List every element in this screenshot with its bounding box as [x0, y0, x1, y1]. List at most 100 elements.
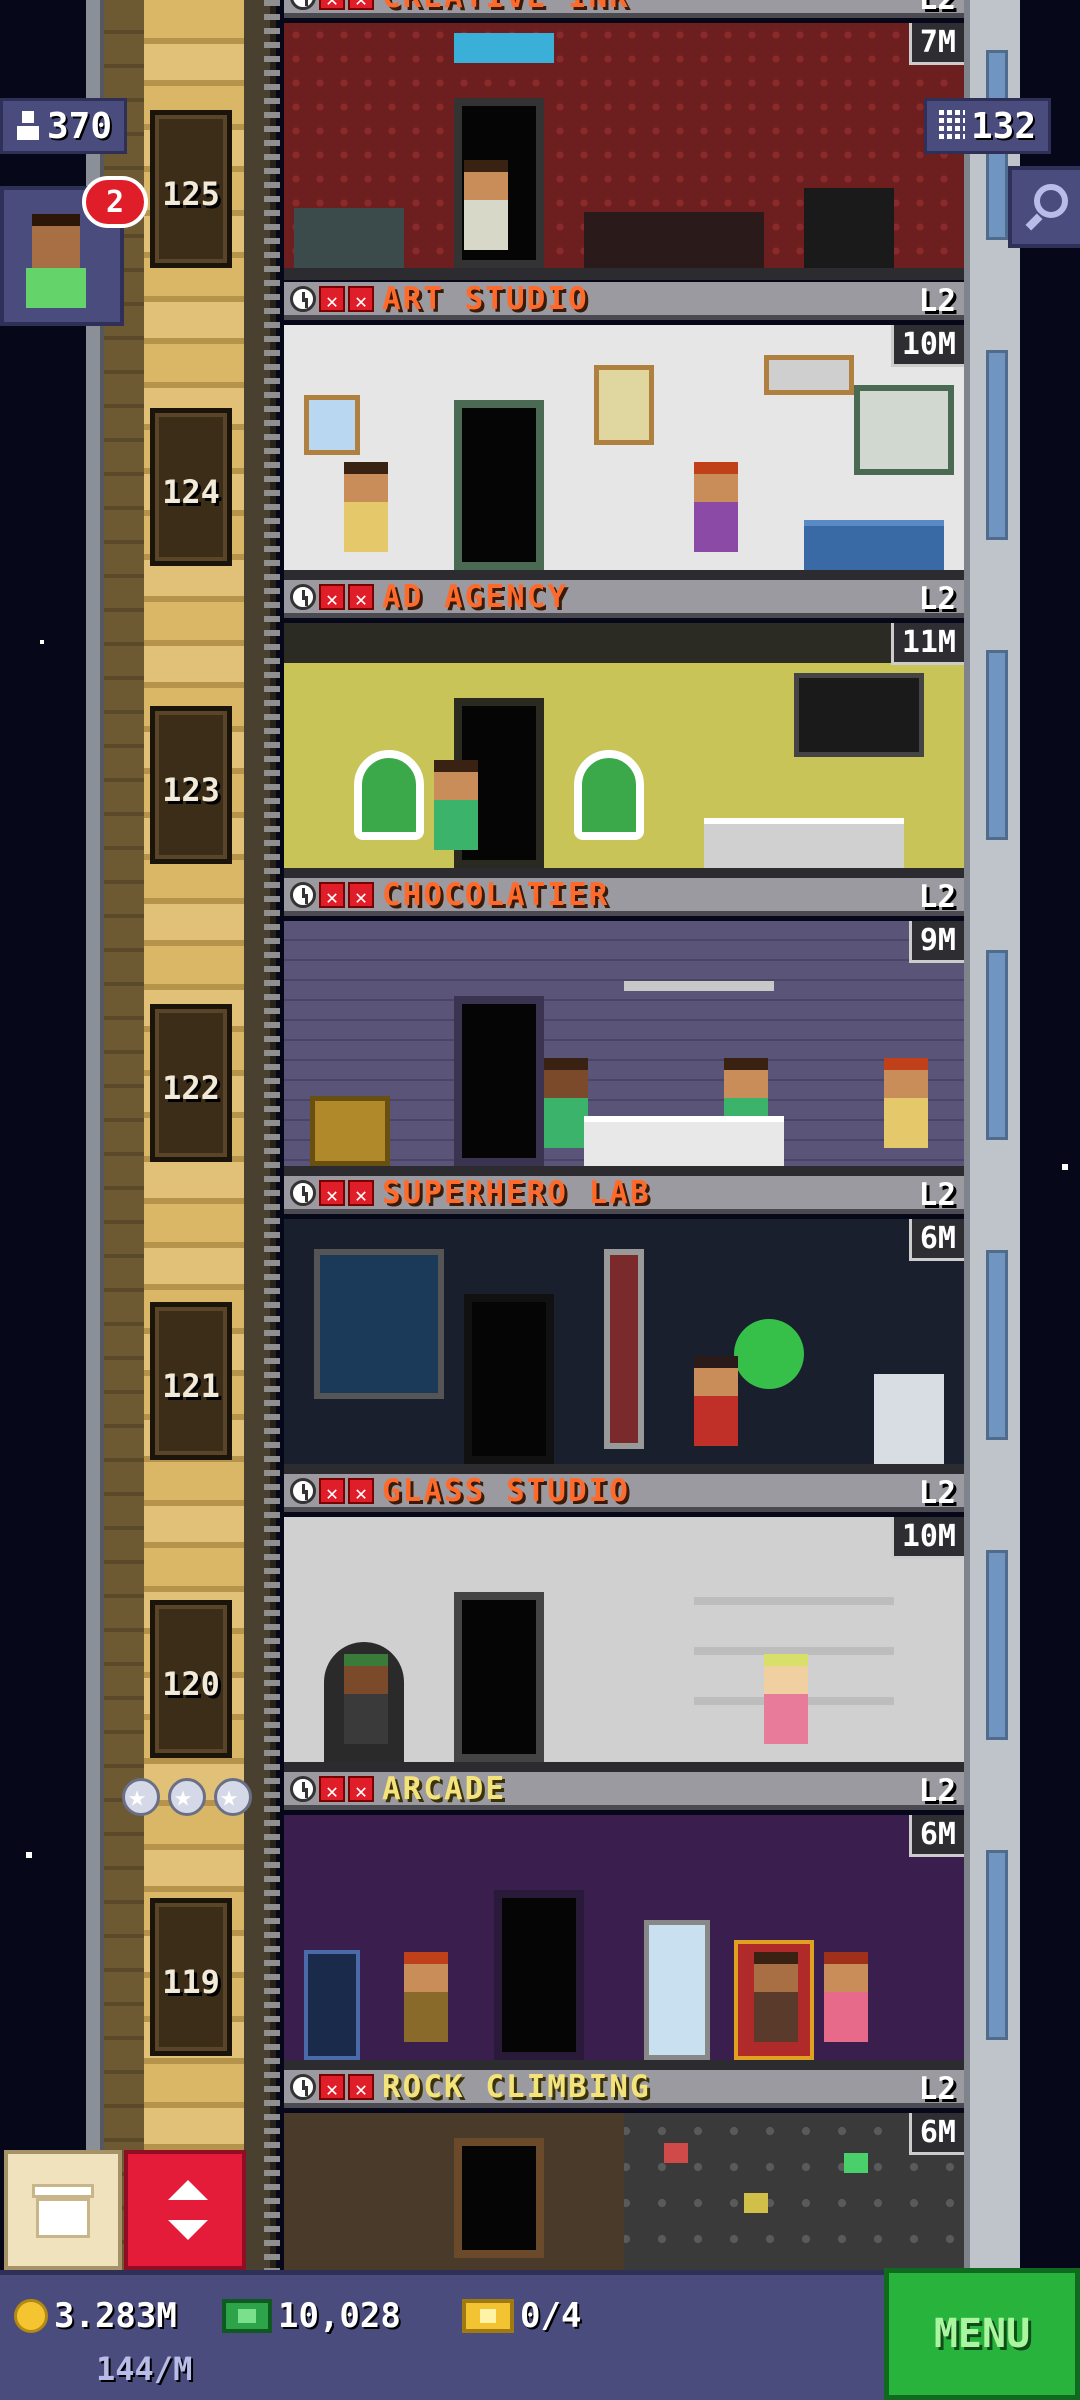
floor-name: AD AGENCY	[382, 578, 568, 615]
people-icon	[15, 111, 41, 141]
floor-header: ✕ ✕ GLASS STUDIO L2	[284, 1472, 964, 1512]
floors-counter[interactable]: 132	[924, 98, 1052, 154]
terminal-decor	[874, 1374, 944, 1464]
desk-decor	[584, 1116, 784, 1166]
ticket-icon	[462, 2299, 514, 2333]
climbing-hold-decor	[844, 2153, 868, 2173]
stop-icon: ✕	[348, 1477, 374, 1505]
desk-decor	[704, 818, 904, 868]
room-worker	[434, 760, 478, 850]
floor-glass-studio[interactable]: ✕ ✕ GLASS STUDIO L2 10M	[284, 1472, 964, 1774]
climbing-hold-decor	[744, 2193, 768, 2213]
stop-icon: ✕	[319, 2073, 345, 2101]
floors-value: 132	[971, 105, 1037, 147]
space-star	[26, 1852, 32, 1858]
floor-timer: 11M	[890, 623, 964, 665]
floor-rock-climbing[interactable]: ✕ ✕ ROCK CLIMBING L2 6M	[284, 2068, 964, 2270]
floor-superhero-lab[interactable]: ✕ ✕ SUPERHERO LAB L2 6M	[284, 1175, 964, 1476]
floor-name: GLASS STUDIO	[382, 1472, 630, 1509]
room-door	[454, 400, 544, 570]
tower-window	[986, 1250, 1008, 1440]
room-door	[464, 1294, 554, 1464]
coins-counter[interactable]: 3.283M	[14, 2296, 177, 2336]
floor-timer: 9M	[908, 921, 964, 963]
room-worker	[464, 160, 508, 250]
egg-chair-decor	[574, 750, 644, 840]
floor-header: ✕ ✕ AD AGENCY L2	[284, 578, 964, 618]
shaft-floor-number[interactable]: 123	[150, 706, 232, 864]
floor-level: L2	[918, 581, 956, 617]
floor-name: ART STUDIO	[382, 280, 589, 317]
population-counter[interactable]: 370	[0, 98, 128, 154]
population-value: 370	[47, 105, 113, 147]
elevator-button[interactable]	[124, 2150, 246, 2270]
cauldron-decor	[310, 1096, 390, 1166]
room-scene	[284, 1517, 964, 1774]
room-door	[454, 1592, 544, 1762]
bux-counter[interactable]: 10,028	[222, 2296, 401, 2336]
room-worker	[754, 1952, 798, 2042]
room-worker	[344, 1654, 388, 1744]
shaft-floor-number[interactable]: 120	[150, 1600, 232, 1758]
floor-name: ROCK CLIMBING	[382, 2068, 651, 2105]
room-worker	[764, 1654, 808, 1744]
clock-icon	[290, 583, 316, 610]
floor-timer: 6M	[908, 1815, 964, 1857]
elevator-cable	[264, 0, 280, 2270]
stop-icon: ✕	[348, 285, 374, 313]
clock-icon	[290, 1775, 316, 1802]
painting-decor	[764, 355, 854, 395]
tower-edge	[86, 0, 104, 2270]
clock-icon	[290, 285, 316, 312]
star-icon	[168, 1778, 206, 1816]
clock-icon	[290, 0, 316, 10]
desk-decor	[804, 520, 944, 570]
floor-timer: 6M	[908, 2113, 964, 2155]
room-scene	[284, 2113, 964, 2270]
room-scene	[284, 1219, 964, 1476]
find-button[interactable]	[1008, 166, 1080, 248]
floor-name: CREATIVE INK	[382, 0, 630, 15]
tickets-value: 0/4	[520, 2296, 582, 2336]
visitor-count-badge: 2	[82, 176, 148, 228]
floor-level: L2	[918, 879, 956, 915]
shaft-floor-number[interactable]: 124	[150, 408, 232, 566]
tickets-counter[interactable]: 0/4	[462, 2296, 581, 2336]
floor-chocolatier[interactable]: ✕ ✕ CHOCOLATIER L2 9M	[284, 877, 964, 1178]
space-star	[1062, 1164, 1068, 1170]
room-door	[494, 1890, 584, 2060]
menu-button[interactable]: MENU	[884, 2268, 1080, 2400]
inventory-button[interactable]	[4, 2150, 122, 2270]
room-scene	[284, 23, 964, 280]
elevator-arrows-icon	[168, 2180, 208, 2200]
floor-creative-ink[interactable]: ✕✕ CREATIVE INK L2 7M	[284, 0, 964, 280]
room-worker	[344, 462, 388, 552]
elevator-rating	[122, 1778, 252, 1816]
tower-window	[986, 1850, 1008, 2040]
shaft-floor-number[interactable]: 122	[150, 1004, 232, 1162]
shaft-floor-number[interactable]: 125	[150, 110, 232, 268]
stop-icon: ✕	[319, 881, 345, 909]
climbing-hold-decor	[664, 2143, 688, 2163]
clock-icon	[290, 1179, 316, 1206]
floor-timer: 7M	[908, 23, 964, 65]
stop-icon: ✕	[319, 1179, 345, 1207]
star-icon	[122, 1778, 160, 1816]
floor-header: ✕ ✕ SUPERHERO LAB L2	[284, 1175, 964, 1214]
tower-window	[986, 650, 1008, 840]
room-worker	[544, 1058, 588, 1148]
ceiling-decor	[284, 623, 964, 663]
floor-timer: 6M	[908, 1219, 964, 1261]
shaft-floor-number[interactable]: 119	[150, 1898, 232, 2056]
shelf-decor	[624, 981, 774, 991]
sofa-decor	[584, 212, 764, 268]
floor-arcade[interactable]: ✕ ✕ ARCADE L2 6M	[284, 1771, 964, 2072]
floor-art-studio[interactable]: ✕ ✕ ART STUDIO L2 10M	[284, 280, 964, 582]
floor-level: L2	[919, 0, 956, 18]
tower-window	[986, 350, 1008, 540]
room-worker	[884, 1058, 928, 1148]
shaft-floor-number[interactable]: 121	[150, 1302, 232, 1460]
room-worker	[404, 1952, 448, 2042]
floor-ad-agency[interactable]: ✕ ✕ AD AGENCY L2 11M	[284, 578, 964, 880]
room-worker	[824, 1952, 868, 2042]
